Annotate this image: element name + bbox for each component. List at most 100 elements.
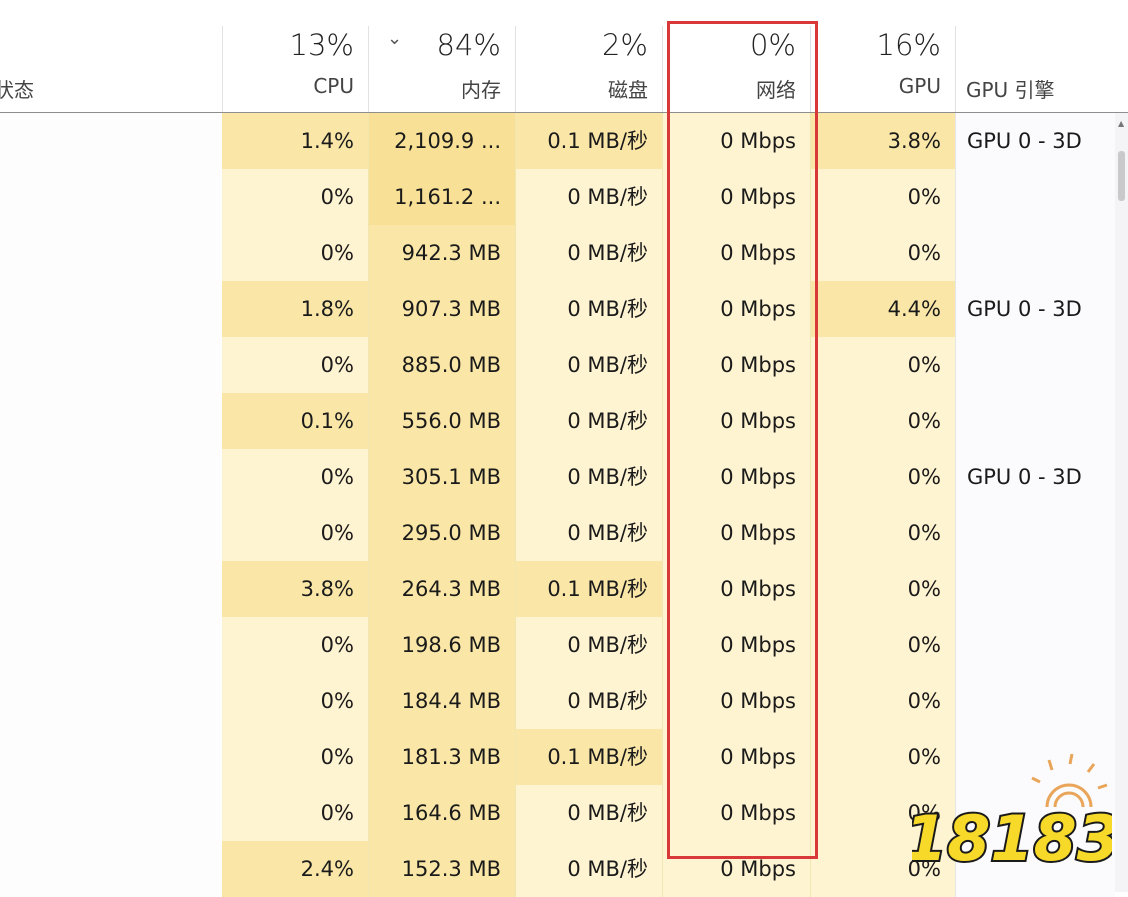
memory-cell: 184.4 MB [368,673,515,729]
network-cell: 0 Mbps [662,785,810,841]
table-row[interactable]: 0.1% 556.0 MB 0 MB/秒 0 Mbps 0% [0,393,1115,449]
gpu-engine-cell: GPU 0 - 3D [955,281,1115,337]
disk-cell: 0 MB/秒 [515,505,662,561]
column-header-status[interactable]: 状态 [0,74,34,103]
gpu-engine-cell [955,169,1115,225]
network-cell: 0 Mbps [662,505,810,561]
column-header-gpu[interactable]: 16% GPU [810,26,955,112]
disk-column-label: 磁盘 [608,78,648,102]
gpu-engine-cell [955,393,1115,449]
gpu-cell: 0% [810,505,955,561]
scrollbar-thumb[interactable] [1118,151,1125,201]
cpu-cell: 0% [222,673,368,729]
network-cell: 0 Mbps [662,617,810,673]
network-cell: 0 Mbps [662,449,810,505]
cpu-cell: 0% [222,337,368,393]
disk-cell: 0 MB/秒 [515,225,662,281]
vertical-scrollbar[interactable]: ▲ [1115,113,1128,892]
gpu-engine-cell [955,505,1115,561]
gpu-engine-cell: GPU 0 - 3D [955,449,1115,505]
status-cell [0,169,222,225]
gpu-cell: 0% [810,561,955,617]
memory-cell: 556.0 MB [368,393,515,449]
table-row[interactable]: 0% 885.0 MB 0 MB/秒 0 Mbps 0% [0,337,1115,393]
column-header-network[interactable]: 0% 网络 [662,26,810,112]
column-header-memory[interactable]: ⌄ 84% 内存 [368,26,515,112]
table-row[interactable]: 0% 184.4 MB 0 MB/秒 0 Mbps 0% [0,673,1115,729]
memory-total-percent: 84% [436,28,501,62]
gpu-engine-column-label: GPU 引擎 [966,78,1055,102]
gpu-cell: 0% [810,337,955,393]
table-row[interactable]: 0% 1,161.2 ... 0 MB/秒 0 Mbps 0% [0,169,1115,225]
table-row[interactable]: 0% 942.3 MB 0 MB/秒 0 Mbps 0% [0,225,1115,281]
network-total-percent: 0% [749,28,796,62]
status-cell [0,113,222,169]
gpu-column-label: GPU [898,74,941,98]
table-row[interactable]: 0% 181.3 MB 0.1 MB/秒 0 Mbps 0% [0,729,1115,785]
table-row[interactable]: 0% 198.6 MB 0 MB/秒 0 Mbps 0% [0,617,1115,673]
memory-cell: 181.3 MB [368,729,515,785]
cpu-total-percent: 13% [289,28,354,62]
network-cell: 0 Mbps [662,841,810,897]
table-row[interactable]: 0% 295.0 MB 0 MB/秒 0 Mbps 0% [0,505,1115,561]
cpu-cell: 0% [222,169,368,225]
status-cell [0,841,222,897]
status-cell [0,785,222,841]
table-row[interactable]: 1.4% 2,109.9 ... 0.1 MB/秒 0 Mbps 3.8% GPU 0 -… [0,113,1115,169]
cpu-cell: 0% [222,617,368,673]
disk-cell: 0 MB/秒 [515,281,662,337]
cpu-cell: 0% [222,785,368,841]
gpu-cell: 0% [810,673,955,729]
disk-total-percent: 2% [601,28,648,62]
gpu-cell: 0% [810,169,955,225]
column-header-disk[interactable]: 2% 磁盘 [515,26,662,112]
memory-cell: 1,161.2 ... [368,169,515,225]
cpu-cell: 0% [222,225,368,281]
table-row[interactable]: 1.8% 907.3 MB 0 MB/秒 0 Mbps 4.4% GPU 0 - 3D [0,281,1115,337]
network-cell: 0 Mbps [662,113,810,169]
status-cell [0,225,222,281]
table-row[interactable]: 2.4% 152.3 MB 0 MB/秒 0 Mbps 0% [0,841,1115,897]
status-cell [0,673,222,729]
network-cell: 0 Mbps [662,673,810,729]
gpu-engine-cell: GPU 0 - 3D [955,113,1115,169]
disk-cell: 0 MB/秒 [515,169,662,225]
cpu-cell: 0% [222,729,368,785]
table-row[interactable]: 0% 164.6 MB 0 MB/秒 0 Mbps 0% [0,785,1115,841]
column-header-cpu[interactable]: 13% CPU [222,26,368,112]
scroll-up-arrow-icon[interactable]: ▲ [1118,119,1124,128]
table-row[interactable]: 3.8% 264.3 MB 0.1 MB/秒 0 Mbps 0% [0,561,1115,617]
network-cell: 0 Mbps [662,337,810,393]
cpu-cell: 0% [222,505,368,561]
memory-column-label: 内存 [461,78,501,102]
gpu-cell: 0% [810,729,955,785]
gpu-cell: 0% [810,225,955,281]
status-cell [0,337,222,393]
gpu-engine-cell [955,561,1115,617]
cpu-cell: 0.1% [222,393,368,449]
disk-cell: 0 MB/秒 [515,841,662,897]
network-cell: 0 Mbps [662,393,810,449]
gpu-cell: 0% [810,841,955,897]
disk-cell: 0 MB/秒 [515,449,662,505]
gpu-engine-cell [955,841,1115,897]
disk-cell: 0.1 MB/秒 [515,113,662,169]
gpu-engine-cell [955,729,1115,785]
status-cell [0,281,222,337]
disk-cell: 0 MB/秒 [515,785,662,841]
status-cell [0,617,222,673]
memory-cell: 907.3 MB [368,281,515,337]
gpu-engine-cell [955,673,1115,729]
gpu-engine-cell [955,617,1115,673]
column-header-gpu-engine[interactable]: GPU 引擎 [955,26,1115,112]
disk-cell: 0 MB/秒 [515,673,662,729]
gpu-engine-cell [955,337,1115,393]
table-row[interactable]: 0% 305.1 MB 0 MB/秒 0 Mbps 0% GPU 0 - 3D [0,449,1115,505]
gpu-cell: 0% [810,393,955,449]
network-cell: 0 Mbps [662,561,810,617]
gpu-engine-cell [955,785,1115,841]
gpu-cell: 0% [810,785,955,841]
disk-cell: 0.1 MB/秒 [515,561,662,617]
memory-cell: 885.0 MB [368,337,515,393]
status-cell [0,505,222,561]
